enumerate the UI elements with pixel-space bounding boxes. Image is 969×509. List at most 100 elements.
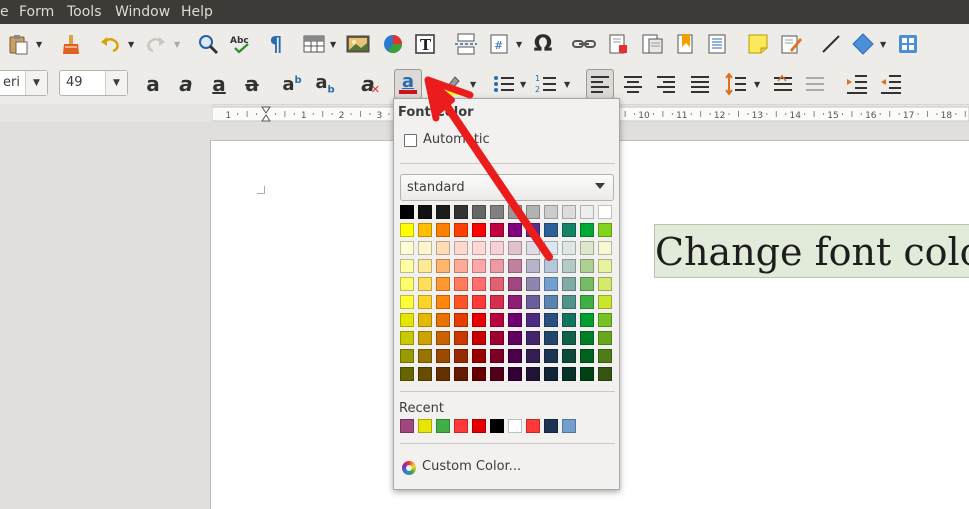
recent-color-swatch[interactable]	[436, 419, 450, 433]
insert-table-icon[interactable]	[302, 32, 326, 56]
font-color-button[interactable]: a	[394, 69, 422, 99]
color-swatch[interactable]	[598, 349, 612, 363]
recent-color-swatch[interactable]	[418, 419, 432, 433]
color-swatch[interactable]	[544, 295, 558, 309]
color-swatch[interactable]	[526, 259, 540, 273]
color-swatch[interactable]	[598, 277, 612, 291]
color-swatch[interactable]	[418, 223, 432, 237]
color-swatch[interactable]	[544, 223, 558, 237]
color-swatch[interactable]	[400, 313, 414, 327]
menu-help[interactable]: Help	[181, 4, 213, 20]
clone-formatting-icon[interactable]	[58, 32, 82, 56]
cross-reference-icon[interactable]	[705, 32, 729, 56]
color-swatch[interactable]	[580, 349, 594, 363]
line-spacing-icon[interactable]	[724, 72, 748, 96]
color-swatch[interactable]	[454, 205, 468, 219]
color-swatch[interactable]	[472, 205, 486, 219]
basic-shapes-icon[interactable]	[851, 32, 875, 56]
insert-chart-icon[interactable]	[381, 32, 405, 56]
color-swatch[interactable]	[418, 349, 432, 363]
endnote-icon[interactable]	[640, 32, 664, 56]
color-swatch[interactable]	[598, 241, 612, 255]
color-swatch[interactable]	[562, 259, 576, 273]
color-swatch[interactable]	[580, 313, 594, 327]
color-swatch[interactable]	[490, 205, 504, 219]
color-swatch[interactable]	[580, 241, 594, 255]
paste-dropdown-icon[interactable]: ▼	[36, 40, 42, 49]
highlighting-dropdown-icon[interactable]: ▼	[470, 80, 476, 89]
undo-icon[interactable]	[98, 32, 122, 56]
color-swatch[interactable]	[436, 241, 450, 255]
color-swatch[interactable]	[472, 241, 486, 255]
color-swatch[interactable]	[454, 313, 468, 327]
redo-dropdown-icon[interactable]: ▼	[174, 40, 180, 49]
bullets-icon[interactable]	[492, 72, 516, 96]
menu-window[interactable]: Window	[115, 4, 170, 20]
color-swatch[interactable]	[400, 295, 414, 309]
color-swatch[interactable]	[490, 223, 504, 237]
menu-edit[interactable]: e	[0, 4, 9, 20]
page-break-icon[interactable]	[454, 32, 478, 56]
color-swatch[interactable]	[472, 295, 486, 309]
color-swatch[interactable]	[526, 295, 540, 309]
color-swatch[interactable]	[400, 241, 414, 255]
color-swatch[interactable]	[400, 367, 414, 381]
color-swatch[interactable]	[598, 259, 612, 273]
color-swatch[interactable]	[598, 367, 612, 381]
align-center-icon[interactable]	[621, 72, 645, 96]
formatting-marks-icon[interactable]: ¶	[264, 32, 288, 56]
color-swatch[interactable]	[454, 241, 468, 255]
color-swatch[interactable]	[544, 367, 558, 381]
color-swatch[interactable]	[490, 259, 504, 273]
more-icon[interactable]	[896, 32, 920, 56]
increase-paragraph-spacing-icon[interactable]	[771, 72, 795, 96]
increase-indent-icon[interactable]	[845, 72, 869, 96]
superscript-icon[interactable]: ab	[280, 72, 304, 96]
color-swatch[interactable]	[472, 277, 486, 291]
color-swatch[interactable]	[508, 313, 522, 327]
color-swatch[interactable]	[580, 295, 594, 309]
color-swatch[interactable]	[598, 313, 612, 327]
footnote-icon[interactable]	[606, 32, 630, 56]
bullets-dropdown-icon[interactable]: ▼	[520, 80, 526, 89]
numbering-icon[interactable]: 12	[534, 72, 558, 96]
color-swatch[interactable]	[598, 223, 612, 237]
italic-icon[interactable]: a	[174, 72, 198, 96]
decrease-paragraph-spacing-icon[interactable]	[803, 72, 827, 96]
color-swatch[interactable]	[436, 205, 450, 219]
redo-icon[interactable]	[144, 32, 168, 56]
color-swatch[interactable]	[490, 313, 504, 327]
color-swatch[interactable]	[472, 331, 486, 345]
color-swatch[interactable]	[580, 259, 594, 273]
menu-format[interactable]: Form	[19, 4, 54, 20]
color-swatch[interactable]	[472, 259, 486, 273]
recent-color-swatch[interactable]	[508, 419, 522, 433]
font-name-dropdown-icon[interactable]: ▼	[25, 71, 47, 95]
color-swatch[interactable]	[436, 259, 450, 273]
color-swatch[interactable]	[544, 259, 558, 273]
recent-color-swatch[interactable]	[472, 419, 486, 433]
palette-select[interactable]: standard	[400, 174, 614, 201]
find-replace-icon[interactable]	[196, 32, 220, 56]
color-swatch[interactable]	[580, 223, 594, 237]
font-color-dropdown-icon[interactable]: ▼	[426, 80, 432, 89]
menu-tools[interactable]: Tools	[67, 4, 102, 20]
color-swatch[interactable]	[508, 295, 522, 309]
highlighting-icon[interactable]	[440, 72, 464, 96]
color-swatch[interactable]	[436, 223, 450, 237]
color-swatch[interactable]	[526, 367, 540, 381]
automatic-checkbox[interactable]	[404, 134, 417, 147]
color-swatch[interactable]	[418, 259, 432, 273]
paste-icon[interactable]	[6, 32, 30, 56]
color-swatch[interactable]	[418, 241, 432, 255]
color-swatch[interactable]	[490, 295, 504, 309]
selected-text[interactable]: Change font colo	[654, 224, 969, 278]
color-swatch[interactable]	[544, 277, 558, 291]
color-swatch[interactable]	[580, 205, 594, 219]
color-swatch[interactable]	[580, 331, 594, 345]
color-swatch[interactable]	[472, 313, 486, 327]
clear-formatting-icon[interactable]: a ✕	[356, 72, 380, 96]
color-swatch[interactable]	[454, 295, 468, 309]
color-swatch[interactable]	[454, 349, 468, 363]
undo-dropdown-icon[interactable]: ▼	[128, 40, 134, 49]
